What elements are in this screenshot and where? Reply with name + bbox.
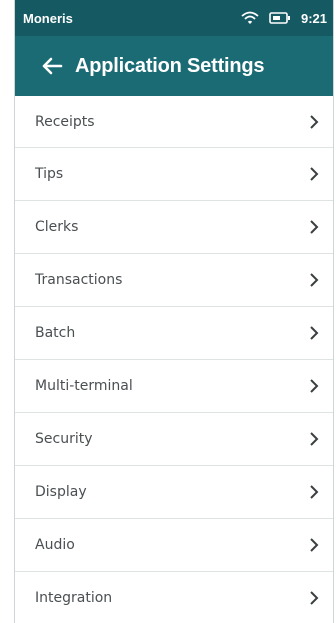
menu-item-label: Multi-terminal: [35, 378, 133, 394]
chevron-right-icon: [310, 114, 319, 129]
time-label: 9:21: [300, 10, 327, 26]
chevron-right-icon: [310, 167, 319, 181]
arrow-left-icon: [42, 57, 63, 75]
carrier-label: Moneris: [23, 10, 73, 26]
menu-item-security[interactable]: Security: [15, 413, 333, 466]
chevron-right-icon: [310, 220, 319, 234]
menu-item-label: Batch: [35, 325, 76, 341]
menu-item-tips[interactable]: Tips: [15, 148, 333, 201]
chevron-right-icon: [310, 538, 319, 552]
settings-menu: Receipts Tips Clerks Transactions Batch …: [15, 96, 333, 623]
menu-item-label: Transactions: [35, 272, 123, 288]
chevron-right-icon: [310, 432, 319, 446]
menu-item-label: Integration: [35, 590, 113, 606]
battery-icon: [269, 12, 291, 24]
chevron-right-icon: [310, 379, 319, 393]
menu-item-transactions[interactable]: Transactions: [15, 254, 333, 307]
chevron-right-icon: [310, 485, 319, 499]
menu-item-integration[interactable]: Integration: [15, 572, 333, 623]
menu-item-display[interactable]: Display: [15, 466, 333, 519]
menu-item-label: Audio: [35, 537, 75, 553]
menu-item-label: Tips: [35, 166, 64, 182]
menu-item-batch[interactable]: Batch: [15, 307, 333, 360]
wifi-icon: [241, 11, 259, 25]
menu-item-multi-terminal[interactable]: Multi-terminal: [15, 360, 333, 413]
menu-item-label: Security: [35, 431, 93, 447]
app-header: Application Settings: [15, 36, 333, 96]
chevron-right-icon: [310, 273, 319, 287]
status-bar: Moneris 9:21: [15, 0, 333, 36]
status-icons: 9:21: [241, 11, 327, 26]
chevron-right-icon: [310, 591, 319, 605]
back-button[interactable]: [41, 57, 63, 75]
menu-item-clerks[interactable]: Clerks: [15, 201, 333, 254]
menu-item-label: Display: [35, 484, 87, 500]
chevron-right-icon: [310, 326, 319, 340]
menu-item-receipts[interactable]: Receipts: [15, 96, 333, 148]
menu-item-label: Clerks: [35, 219, 79, 235]
menu-item-label: Receipts: [35, 113, 95, 130]
menu-item-audio[interactable]: Audio: [15, 519, 333, 572]
device-screen: Moneris 9:21 Application Settings Receip…: [14, 0, 334, 623]
page-title: Application Settings: [75, 54, 265, 77]
